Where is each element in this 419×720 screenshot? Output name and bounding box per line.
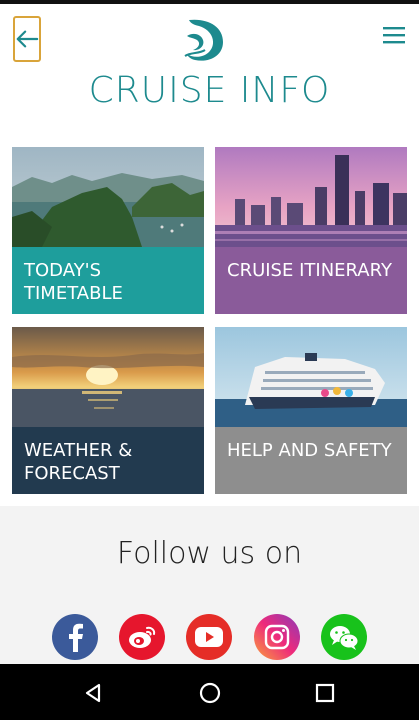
system-home-button[interactable]	[195, 678, 225, 708]
cruise-ship-photo	[215, 327, 407, 427]
tile-weather-forecast[interactable]: WEATHER & FORECAST	[12, 327, 204, 494]
system-navigation-bar	[0, 664, 419, 720]
circle-home-icon	[199, 682, 221, 704]
tile-label: TODAY'S TIMETABLE	[12, 247, 204, 314]
weibo-icon	[129, 626, 156, 648]
dream-cruises-logo	[184, 19, 223, 61]
city-skyline-photo	[215, 147, 407, 247]
square-recents-icon	[315, 683, 335, 703]
tile-label: WEATHER & FORECAST	[12, 427, 204, 494]
app-header: CRUISE INFO	[0, 4, 419, 124]
hamburger-icon	[383, 27, 405, 44]
youtube-icon	[195, 627, 223, 647]
tile-help-and-safety[interactable]: HELP AND SAFETY	[215, 327, 407, 494]
triangle-back-icon	[85, 683, 101, 703]
follow-title: Follow us on	[116, 536, 303, 571]
youtube-button[interactable]	[186, 614, 232, 660]
facebook-icon	[69, 623, 83, 652]
tile-label: HELP AND SAFETY	[215, 427, 407, 494]
instagram-icon	[264, 624, 290, 650]
instagram-button[interactable]	[254, 614, 300, 660]
back-button[interactable]	[13, 16, 41, 62]
tile-cruise-itinerary[interactable]: CRUISE ITINERARY	[215, 147, 407, 314]
page-title: CRUISE INFO	[88, 70, 331, 111]
tile-label: CRUISE ITINERARY	[215, 247, 407, 314]
sunset-sea-photo	[12, 327, 204, 427]
wechat-button[interactable]	[321, 614, 367, 660]
weibo-button[interactable]	[119, 614, 165, 660]
wechat-icon	[330, 626, 359, 650]
follow-section: Follow us on	[0, 506, 419, 664]
menu-button[interactable]	[382, 24, 406, 46]
facebook-button[interactable]	[52, 614, 98, 660]
system-recents-button[interactable]	[310, 678, 340, 708]
bay-islands-photo	[12, 147, 204, 247]
tile-todays-timetable[interactable]: TODAY'S TIMETABLE	[12, 147, 204, 314]
system-back-button[interactable]	[78, 678, 108, 708]
arrow-left-icon	[16, 30, 39, 48]
